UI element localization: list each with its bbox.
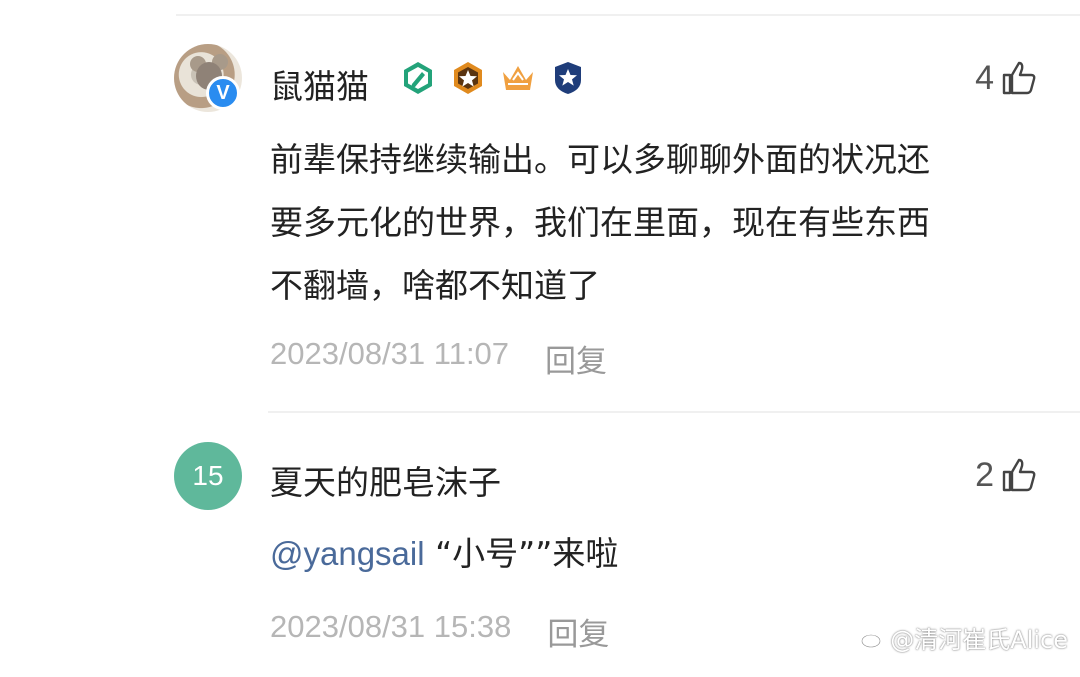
- comment-rest: “小号””来啦: [424, 534, 619, 573]
- thumbs-up-icon: [1002, 61, 1036, 95]
- weibo-logo-icon: [861, 628, 885, 648]
- avatar[interactable]: 15: [174, 442, 242, 510]
- reply-button[interactable]: 回复: [545, 336, 607, 381]
- thumbs-up-icon: [1002, 458, 1036, 492]
- top-divider: [176, 14, 1080, 16]
- like-count: 2: [975, 455, 994, 494]
- comment-line: 前辈保持继续输出。可以多聊聊外面的状况还: [270, 140, 930, 179]
- comment-line: 不翻墙，啥都不知道了: [270, 266, 600, 305]
- shield-star-badge-icon[interactable]: [550, 60, 586, 96]
- like-button[interactable]: 2: [975, 455, 1038, 495]
- comment-meta: 2023/08/31 15:38 回复: [270, 609, 609, 654]
- comment-meta: 2023/08/31 11:07 回复: [270, 336, 607, 381]
- username[interactable]: 夏天的肥皂沫子: [270, 456, 501, 504]
- timestamp: 2023/08/31 11:07: [270, 336, 510, 371]
- timestamp: 2023/08/31 15:38: [270, 609, 512, 644]
- comment-line: 要多元化的世界，我们在里面，现在有些东西: [270, 203, 930, 242]
- comment-text: @yangsail “小号””来啦: [270, 522, 1030, 585]
- like-count: 4: [975, 58, 994, 97]
- crown-badge-icon[interactable]: [500, 60, 536, 96]
- watermark-text: @清河崔氏Alice: [890, 626, 1068, 654]
- mention-link[interactable]: @yangsail: [270, 535, 425, 572]
- pen-badge-icon[interactable]: [400, 60, 436, 96]
- comment-text: 前辈保持继续输出。可以多聊聊外面的状况还 要多元化的世界，我们在里面，现在有些东…: [270, 128, 1030, 317]
- star-badge-icon[interactable]: [450, 60, 486, 96]
- user-badges: [400, 60, 586, 96]
- username[interactable]: 鼠猫猫: [270, 60, 369, 108]
- watermark: @清河崔氏Alice: [860, 620, 1068, 655]
- verified-badge-icon: V: [206, 76, 240, 110]
- comment-line: @yangsail “小号””来啦: [270, 522, 1030, 585]
- comment-divider: [268, 411, 1080, 413]
- reply-button[interactable]: 回复: [547, 609, 609, 654]
- like-button[interactable]: 4: [975, 58, 1038, 98]
